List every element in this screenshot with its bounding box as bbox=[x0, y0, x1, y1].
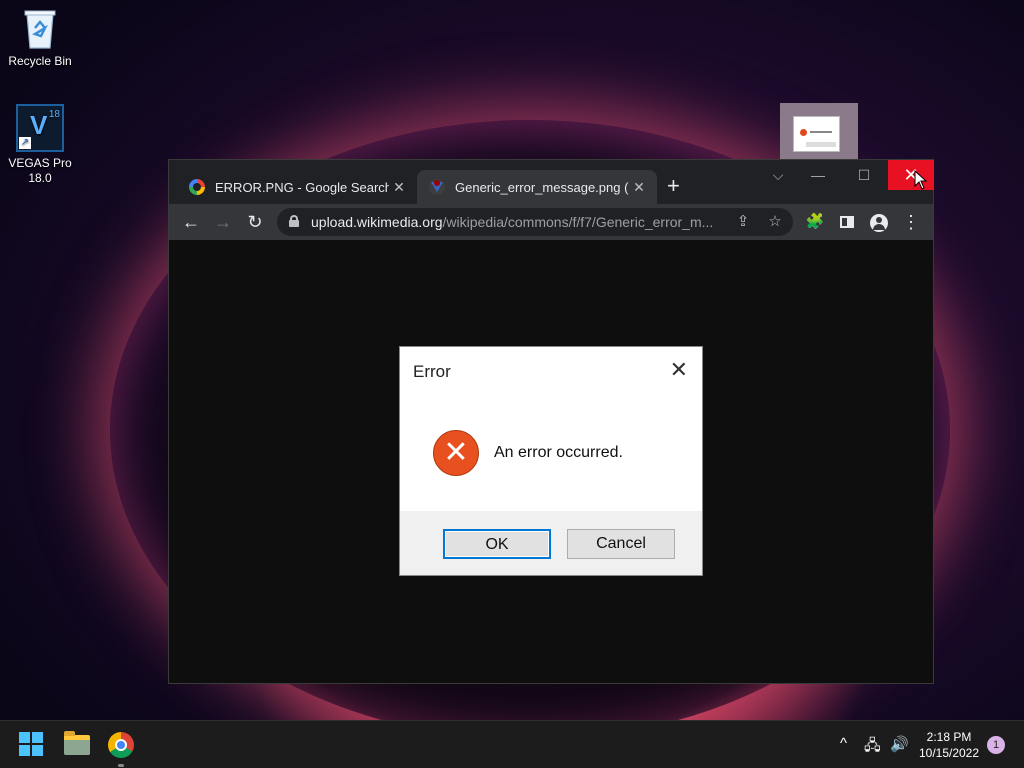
windows-logo-icon bbox=[32, 732, 43, 743]
vegas-pro-label: VEGAS Pro 18.0 bbox=[8, 156, 72, 185]
clock-date: 10/15/2022 bbox=[918, 746, 980, 760]
windows-logo-icon bbox=[19, 745, 30, 756]
extensions-puzzle-icon[interactable]: 🧩 bbox=[801, 208, 829, 236]
network-icon[interactable]: 🖧 bbox=[864, 735, 881, 760]
tab-close-icon[interactable]: ✕ bbox=[389, 179, 409, 196]
tab-title: Generic_error_message.png (304 bbox=[455, 179, 629, 195]
reload-icon[interactable]: ↻ bbox=[241, 208, 269, 236]
windows-logo-icon bbox=[32, 745, 43, 756]
tab-close-icon[interactable]: ✕ bbox=[629, 179, 649, 196]
profile-button[interactable] bbox=[865, 208, 893, 236]
taskbar: ^ 🖧 🔊 2:18 PM 10/15/2022 1 bbox=[0, 720, 1024, 768]
close-icon: ✕ bbox=[669, 357, 688, 382]
notification-badge[interactable]: 1 bbox=[987, 736, 1005, 754]
address-bar[interactable]: upload.wikimedia.org/wikipedia/commons/f… bbox=[277, 208, 793, 236]
tab-title: ERROR.PNG - Google Search bbox=[215, 179, 389, 195]
shortcut-arrow-icon: ↗ bbox=[19, 137, 31, 149]
back-arrow-icon[interactable]: ← bbox=[177, 208, 205, 236]
taskbar-thumbnail-preview[interactable] bbox=[780, 103, 858, 160]
wikimedia-icon bbox=[429, 179, 445, 195]
volume-icon[interactable]: 🔊 bbox=[890, 735, 909, 753]
vegas-pro-icon: V 18 ↗ bbox=[16, 104, 64, 152]
menu-kebab-icon[interactable]: ⋮ bbox=[897, 208, 925, 236]
show-hidden-icons-chevron-icon[interactable]: ^ bbox=[840, 735, 847, 752]
recycle-bin-icon bbox=[21, 6, 59, 50]
file-explorer-button[interactable] bbox=[62, 729, 94, 761]
address-url[interactable]: upload.wikimedia.org/wikipedia/commons/f… bbox=[311, 208, 721, 236]
desktop-icon-vegas-pro[interactable]: V 18 ↗ VEGAS Pro 18.0 bbox=[0, 104, 80, 186]
forward-arrow-icon[interactable]: → bbox=[209, 208, 237, 236]
side-panel-button[interactable] bbox=[833, 208, 861, 236]
ok-button: OK bbox=[443, 529, 551, 559]
vegas-version-badge: 18 bbox=[48, 109, 60, 120]
dialog-footer: OK Cancel bbox=[400, 511, 702, 575]
running-indicator bbox=[118, 764, 124, 767]
new-tab-button[interactable]: + bbox=[667, 174, 680, 198]
tab-google-search[interactable]: ERROR.PNG - Google Search ✕ bbox=[177, 170, 417, 204]
tab-strip: ERROR.PNG - Google Search ✕ Generic_erro… bbox=[169, 160, 934, 204]
bookmark-star-icon[interactable]: ☆ bbox=[763, 208, 787, 236]
error-dialog-image: Error ✕ ✕ An error occurred. OK Cancel bbox=[399, 346, 703, 576]
error-message: An error occurred. bbox=[494, 444, 623, 461]
side-panel-icon bbox=[840, 216, 854, 229]
url-path: /wikipedia/commons/f/f7/Generic_error_m.… bbox=[442, 214, 714, 230]
thumbnail-buttons bbox=[806, 142, 836, 147]
thumbnail-text-line bbox=[810, 131, 832, 133]
url-host: upload.wikimedia.org bbox=[311, 214, 443, 230]
profile-icon bbox=[870, 214, 888, 233]
start-button[interactable] bbox=[16, 729, 48, 761]
desktop-icon-recycle-bin[interactable]: Recycle Bin bbox=[0, 6, 80, 69]
browser-toolbar: ← → ↻ upload.wikimedia.org/wikipedia/com… bbox=[169, 204, 933, 240]
chrome-icon bbox=[108, 732, 134, 758]
vegas-glyph: V bbox=[30, 110, 48, 140]
clock-time: 2:18 PM bbox=[926, 730, 972, 744]
chrome-taskbar-button[interactable] bbox=[105, 729, 137, 767]
windows-logo-icon bbox=[19, 732, 30, 743]
folder-icon bbox=[64, 731, 90, 755]
recycle-bin-label: Recycle Bin bbox=[8, 54, 72, 68]
dialog-title: Error bbox=[413, 362, 451, 381]
share-icon[interactable]: ⇪ bbox=[731, 208, 755, 236]
minimize-button[interactable]: — bbox=[795, 160, 841, 190]
lock-icon[interactable] bbox=[289, 215, 299, 227]
cancel-button: Cancel bbox=[567, 529, 675, 559]
google-icon bbox=[189, 179, 205, 195]
tab-generic-error-message[interactable]: Generic_error_message.png (304 ✕ bbox=[417, 170, 657, 204]
error-icon: ✕ bbox=[433, 430, 479, 476]
maximize-button[interactable]: ☐ bbox=[841, 160, 887, 190]
thumbnail-error-dot bbox=[800, 129, 807, 136]
thumbnail-image bbox=[793, 116, 840, 152]
clock[interactable]: 2:18 PM 10/15/2022 bbox=[916, 729, 982, 761]
